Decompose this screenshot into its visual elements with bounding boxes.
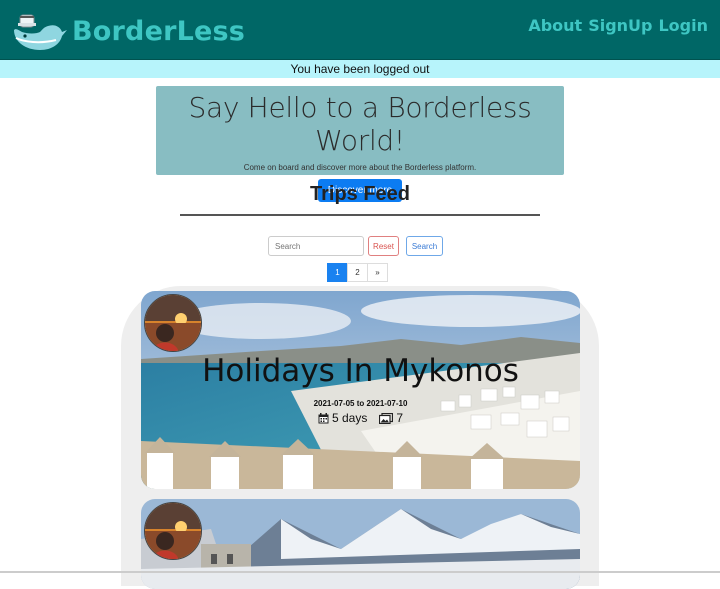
jumbotron: Say Hello to a Borderless World! Come on… [156,86,564,202]
brand-name: BorderLess [72,15,246,47]
avatar-image [145,503,201,559]
page-1-button[interactable]: 1 [327,263,348,282]
trip-title[interactable]: Holidays In Mykonos [141,353,580,389]
nav-link-login[interactable]: Login [658,16,708,35]
flash-message: You have been logged out [0,60,720,78]
search-input[interactable] [268,236,364,256]
trip-meta: 5 days 7 [141,411,580,425]
feed-divider [180,214,540,216]
nav-link-signup[interactable]: SignUp [588,16,652,35]
reset-button[interactable]: Reset [368,236,399,256]
search-button[interactable]: Search [406,236,443,256]
images-icon [379,412,394,424]
trip-author-avatar[interactable] [144,294,202,352]
pagination: 1 2 » [327,263,388,282]
trip-photo-count: 7 [396,411,404,425]
next-page-button[interactable]: » [367,263,388,282]
trip-author-avatar[interactable] [144,502,202,560]
avatar-image [145,295,201,351]
trip-duration: 5 days [318,411,367,425]
whale-logo-icon [14,14,67,50]
navbar: BorderLess About SignUp Login [0,0,720,60]
trip-cover-image [141,291,580,489]
nav-link-about[interactable]: About [528,16,582,35]
trip-card[interactable] [141,499,580,589]
feed-title: Trips Feed [309,183,411,205]
trip-cover-image [141,499,580,589]
jumbotron-subtitle: Come on board and discover more about th… [243,163,477,172]
page-2-button[interactable]: 2 [347,263,368,282]
jumbotron-title: Say Hello to a Borderless World! [188,91,532,157]
trip-days: 5 days [331,411,368,425]
trip-photos: 7 [379,411,403,425]
calendar-icon [318,412,329,423]
trip-dates: 2021-07-05 to 2021-07-10 [313,399,408,408]
search-form: Reset Search [268,236,443,256]
nav-links: About SignUp Login [528,16,708,35]
trip-card[interactable]: Holidays In Mykonos 2021-07-05 to 2021-0… [141,291,580,489]
brand-logo[interactable]: BorderLess [10,8,245,54]
